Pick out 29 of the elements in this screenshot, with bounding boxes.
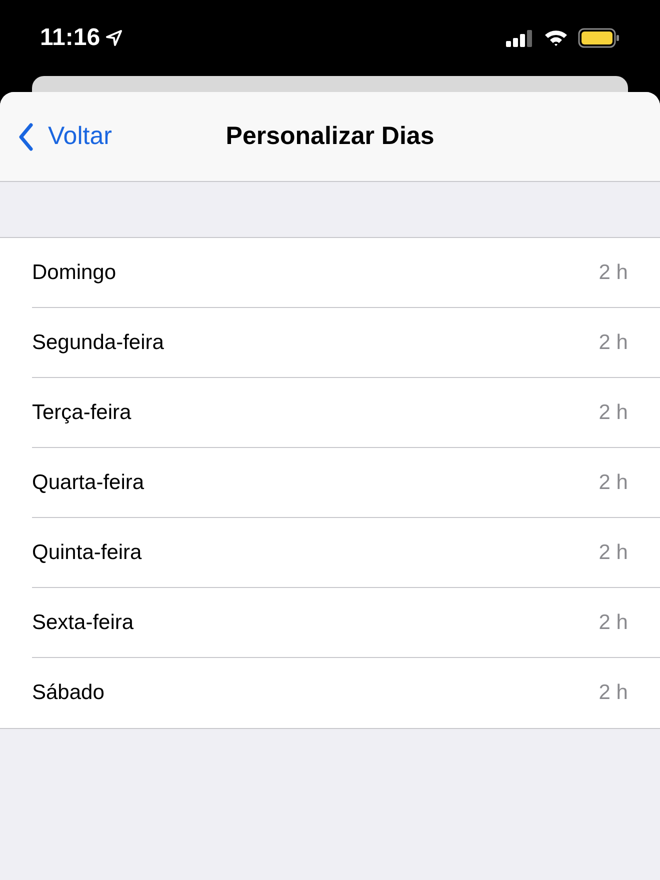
day-name: Sábado — [32, 680, 104, 706]
day-row[interactable]: Segunda-feira 2 h — [32, 308, 660, 378]
day-hours: 2 h — [598, 610, 628, 636]
day-hours: 2 h — [598, 260, 628, 286]
day-name: Sexta-feira — [32, 610, 134, 636]
day-hours: 2 h — [598, 680, 628, 706]
day-hours: 2 h — [598, 330, 628, 356]
page-title: Personalizar Dias — [226, 120, 434, 152]
day-row[interactable]: Sexta-feira 2 h — [32, 588, 660, 658]
wifi-icon — [544, 29, 568, 47]
day-hours: 2 h — [598, 470, 628, 496]
battery-icon — [578, 28, 620, 48]
day-name: Quarta-feira — [32, 470, 144, 496]
day-name: Domingo — [32, 260, 116, 286]
day-name: Segunda-feira — [32, 330, 164, 356]
day-row[interactable]: Domingo 2 h — [32, 238, 660, 308]
day-row[interactable]: Quinta-feira 2 h — [32, 518, 660, 588]
chevron-left-icon — [18, 122, 34, 150]
day-name: Quinta-feira — [32, 540, 142, 566]
day-hours: 2 h — [598, 540, 628, 566]
location-arrow-icon — [106, 30, 122, 46]
back-button[interactable]: Voltar — [0, 118, 112, 156]
day-row[interactable]: Sábado 2 h — [32, 658, 660, 728]
status-time: 11:16 — [40, 23, 100, 53]
day-name: Terça-feira — [32, 400, 132, 426]
day-row[interactable]: Terça-feira 2 h — [32, 378, 660, 448]
day-hours: 2 h — [598, 400, 628, 426]
day-row[interactable]: Quarta-feira 2 h — [32, 448, 660, 518]
signal-icon — [506, 29, 534, 47]
